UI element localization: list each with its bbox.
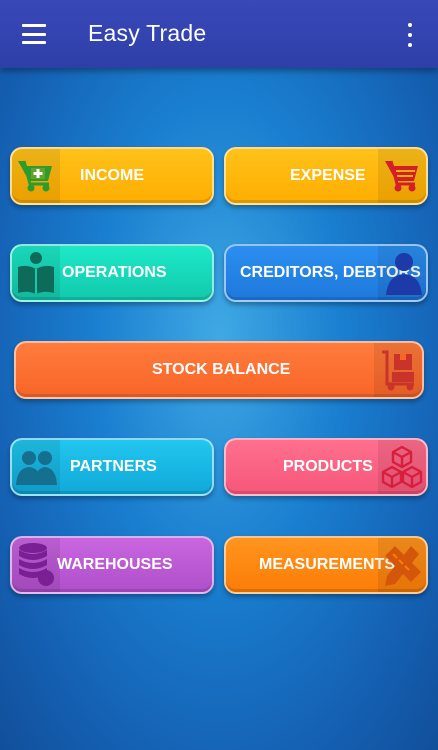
ruler-pencil-icon bbox=[378, 538, 426, 592]
person-reading-icon bbox=[12, 246, 60, 300]
income-button[interactable]: INCOME bbox=[10, 147, 214, 205]
cart-add-icon bbox=[12, 149, 60, 203]
cubes-icon bbox=[378, 440, 426, 494]
warehouses-button[interactable]: WAREHOUSES bbox=[10, 536, 214, 594]
hand-truck-box-icon bbox=[374, 343, 422, 397]
app-title: Easy Trade bbox=[88, 20, 207, 46]
products-button[interactable]: PRODUCTS bbox=[224, 438, 428, 496]
expense-label: EXPENSE bbox=[290, 167, 366, 184]
app-bar: Easy Trade bbox=[0, 0, 438, 68]
measurements-label: MEASUREMENTS bbox=[259, 556, 396, 573]
products-label: PRODUCTS bbox=[283, 458, 373, 475]
measurements-button[interactable]: MEASUREMENTS bbox=[224, 536, 428, 594]
people-icon bbox=[12, 440, 60, 494]
stock-balance-button[interactable]: STOCK BALANCE bbox=[14, 341, 424, 399]
database-icon bbox=[12, 538, 60, 592]
operations-label: OPERATIONS bbox=[62, 264, 167, 281]
income-label: INCOME bbox=[80, 167, 144, 184]
partners-button[interactable]: PARTNERS bbox=[10, 438, 214, 496]
cart-icon bbox=[378, 149, 426, 203]
expense-button[interactable]: EXPENSE bbox=[224, 147, 428, 205]
partners-label: PARTNERS bbox=[70, 458, 157, 475]
person-icon bbox=[378, 246, 426, 300]
hamburger-menu-icon[interactable] bbox=[22, 24, 46, 44]
operations-button[interactable]: OPERATIONS bbox=[10, 244, 214, 302]
warehouses-label: WAREHOUSES bbox=[57, 556, 173, 573]
creditors-debtors-button[interactable]: CREDITORS, DEBTORS bbox=[224, 244, 428, 302]
stock-balance-label: STOCK BALANCE bbox=[152, 361, 291, 378]
more-vertical-icon[interactable] bbox=[404, 23, 416, 47]
